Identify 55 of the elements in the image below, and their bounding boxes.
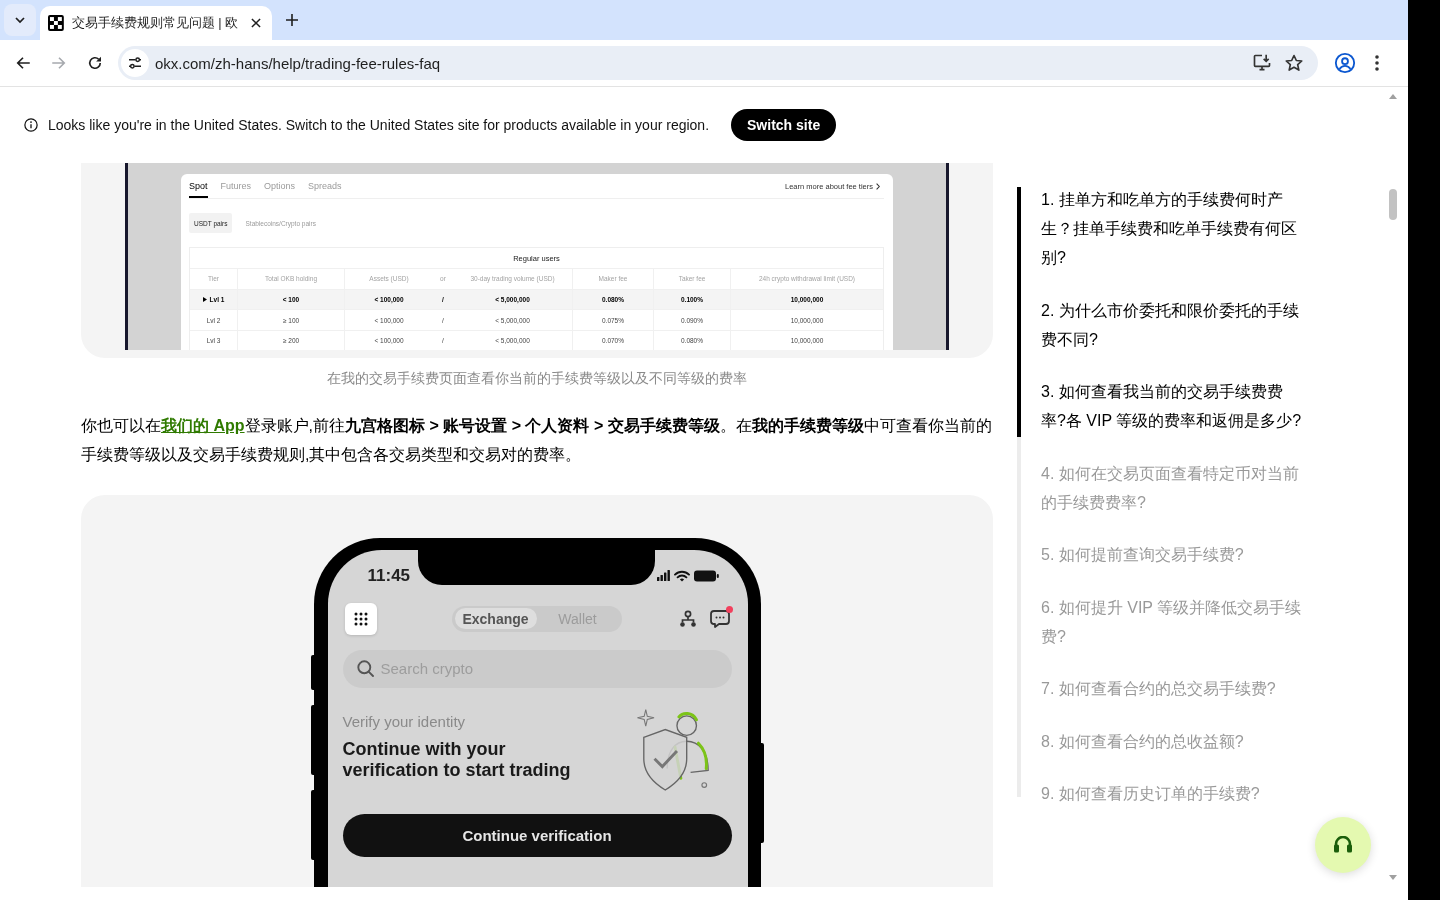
- wifi-icon: [673, 569, 690, 582]
- info-icon: [24, 118, 38, 132]
- battery-icon: [693, 569, 719, 582]
- forward-arrow-icon: [50, 54, 68, 72]
- screenshot-tab[interactable]: Futures: [220, 174, 252, 198]
- monitor-download-icon: [1252, 53, 1272, 73]
- switch-site-button[interactable]: Switch site: [731, 109, 837, 141]
- toc-item[interactable]: 8. 如何查看合约的总收益额?: [1041, 726, 1303, 756]
- url-text: okx.com/zh-hans/help/trading-fee-rules-faq: [155, 54, 441, 72]
- app-link[interactable]: 我们的 App: [161, 417, 245, 434]
- hierarchy-icon: [678, 609, 697, 628]
- prompt-label: Verify your identity: [342, 711, 466, 732]
- figure-caption: 在我的交易手续费页面查看你当前的手续费等级以及不同等级的费率: [327, 370, 747, 386]
- back-arrow-icon: [14, 54, 32, 72]
- star-icon: [1284, 53, 1304, 73]
- chat-bubble-icon: [709, 609, 730, 628]
- scrollbar-thumb[interactable]: [1388, 189, 1397, 220]
- toc-item[interactable]: 2. 为什么市价委托和限价委托的手续费不同?: [1041, 295, 1303, 354]
- tune-icon: [127, 55, 143, 71]
- triangle-icon: [202, 297, 207, 303]
- region-notice-text: Looks like you're in the United States. Switch to the United States site for products available in your region.: [48, 117, 710, 133]
- toc-item[interactable]: 4. 如何在交易页面查看特定币对当前的手续费费率?: [1041, 458, 1303, 517]
- toc-item[interactable]: 7. 如何查看合约的总交易手续费?: [1041, 674, 1303, 703]
- profile-icon: [1334, 52, 1356, 74]
- plus-icon: [284, 12, 300, 28]
- site-info-button[interactable]: [121, 49, 149, 77]
- chevron-right-icon: [876, 182, 880, 190]
- screenshot-tab[interactable]: Options: [264, 174, 296, 198]
- toc-item[interactable]: 1. 挂单方和吃单方的手续费何时产生？挂单手续费和吃单手续费有何区别?: [1041, 185, 1303, 272]
- segment-tab[interactable]: Exchange: [454, 608, 537, 629]
- status-time: 11:45: [367, 565, 411, 586]
- search-icon: [356, 660, 374, 677]
- screenshot-tab[interactable]: Spreads: [308, 174, 342, 198]
- toc-item[interactable]: 3. 如何查看我当前的交易手续费费率?各 VIP 等级的费率和返佣是多少?: [1041, 377, 1303, 435]
- toc-item[interactable]: 6. 如何提升 VIP 等级并降低交易手续费?: [1041, 592, 1303, 651]
- support-chat-button[interactable]: [1315, 817, 1371, 873]
- toc-item[interactable]: 9. 如何查看历史订单的手续费?: [1041, 779, 1303, 808]
- close-icon: [249, 16, 264, 30]
- menu-dots-icon: [1375, 55, 1379, 71]
- body-paragraph: 你也可以在我们的 App登录账户,前往九宫格图标 > 账号设置 > 个人资料 > 交易手续费等级。在我的手续费等级中可查看你当前的手续费等级以及交易手续费规则,其中包含各交易类型和交易对的费率。: [81, 416, 993, 465]
- grid-icon: [352, 610, 369, 627]
- continue-verification-button[interactable]: Continue verification: [342, 813, 732, 857]
- headset-icon: [1333, 836, 1353, 854]
- address-bar[interactable]: okx.com/zh-hans/help/trading-fee-rules-faq: [118, 46, 1318, 80]
- screenshot-tab[interactable]: Spot: [189, 174, 208, 198]
- toc-item[interactable]: 5. 如何提前查询交易手续费?: [1041, 540, 1303, 569]
- prompt-title: Continue with your verification to start trading: [342, 739, 572, 781]
- signal-icon: [656, 570, 670, 581]
- tab-search-button[interactable]: [4, 4, 36, 36]
- scroll-up-icon: [1388, 93, 1397, 99]
- checkered-logo-icon: [48, 15, 64, 31]
- scroll-down-icon: [1388, 874, 1397, 880]
- apps-grid-button[interactable]: [344, 602, 377, 635]
- reload-icon: [86, 54, 104, 72]
- browser-tab[interactable]: 交易手续费规则常见问题 | 欧: [40, 6, 272, 40]
